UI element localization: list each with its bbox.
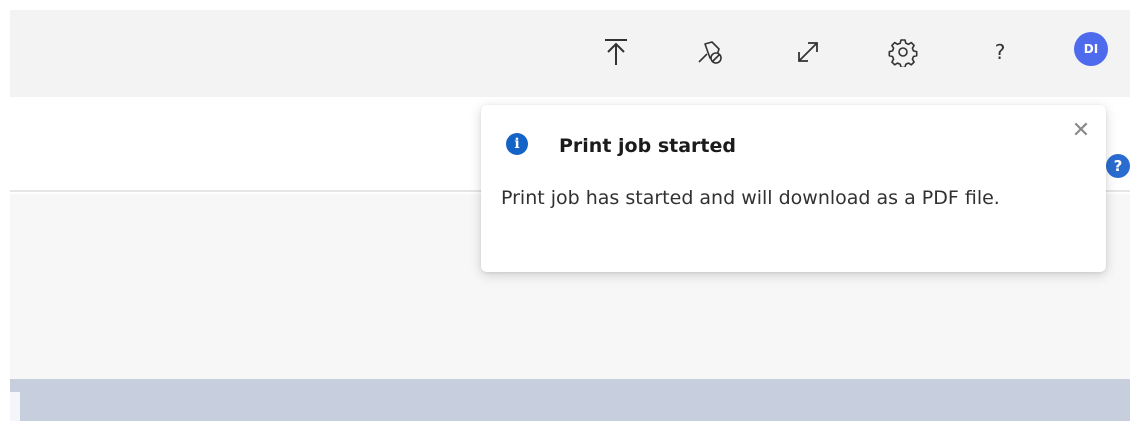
expand-diagonal-icon xyxy=(798,42,818,62)
question-mark-icon: ? xyxy=(994,40,1006,64)
toast-message: Print job has started and will download … xyxy=(501,187,1000,209)
settings-button[interactable] xyxy=(883,32,923,72)
help-button[interactable]: ? xyxy=(980,32,1020,72)
command-bar: ? xyxy=(10,10,1130,97)
close-icon[interactable]: ✕ xyxy=(1068,117,1094,143)
notification-toast: i Print job started Print job has starte… xyxy=(481,105,1106,272)
gear-icon xyxy=(888,39,918,67)
toast-title: Print job started xyxy=(559,135,736,157)
unpin-button[interactable] xyxy=(690,32,730,72)
scroll-to-top-button[interactable] xyxy=(596,32,636,72)
expand-button[interactable] xyxy=(788,32,828,72)
side-help-icon[interactable]: ? xyxy=(1106,154,1130,178)
grid-header-cell xyxy=(10,392,20,421)
user-avatar[interactable]: DI xyxy=(1074,32,1108,66)
grid-header xyxy=(10,379,1130,421)
info-icon: i xyxy=(506,133,528,155)
arrow-up-to-line-icon xyxy=(605,39,627,65)
pin-off-icon xyxy=(698,41,722,64)
